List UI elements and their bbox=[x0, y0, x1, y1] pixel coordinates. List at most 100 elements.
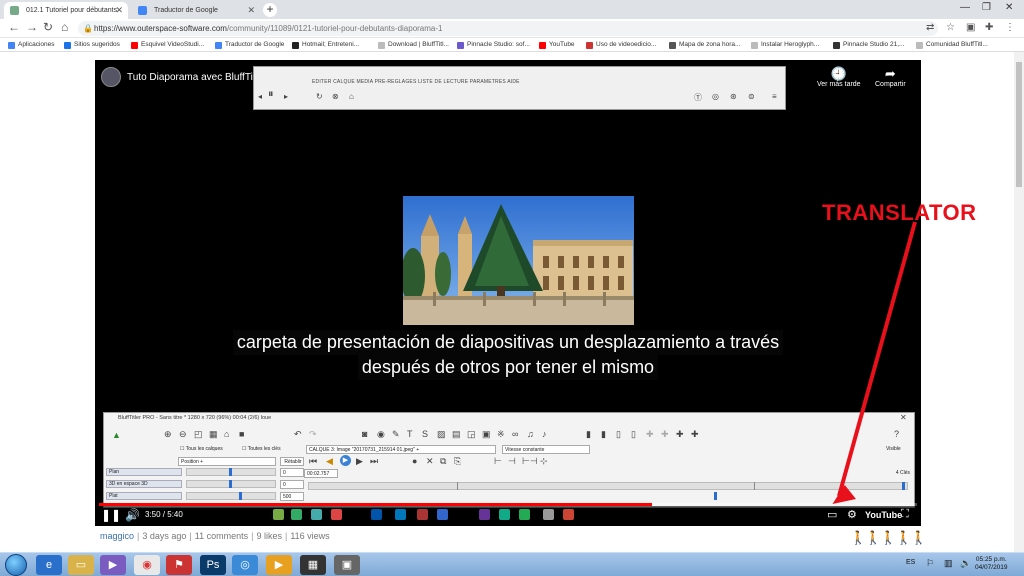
minimize-icon[interactable]: — bbox=[960, 2, 970, 13]
address-bar[interactable]: 🔒 https://www.outerspace-software.com/co… bbox=[78, 21, 938, 36]
app-icon[interactable]: ⚑ bbox=[166, 555, 192, 575]
inner-slider-handle bbox=[229, 468, 232, 476]
media-icon[interactable]: ▶ bbox=[100, 555, 126, 575]
inner-pause-icon: ⏸ bbox=[268, 88, 274, 100]
inner-param-row: Plat bbox=[106, 492, 182, 500]
inner-slider bbox=[186, 492, 276, 500]
maximize-icon[interactable]: ❐ bbox=[982, 2, 991, 13]
background-taskbar-icon bbox=[291, 509, 302, 520]
bookmark-item[interactable]: Traductor de Google bbox=[215, 39, 284, 51]
inner-undo-icon: ↶ bbox=[294, 429, 302, 439]
inner-s-icon: S bbox=[422, 429, 429, 439]
inner-tool-icon: ◎ bbox=[712, 92, 719, 101]
inner-align-icon: ✚ bbox=[661, 429, 669, 439]
inner-prev-icon: ◀ bbox=[326, 456, 333, 466]
inner-slider-handle bbox=[239, 492, 242, 500]
menu-dots-icon[interactable]: ⋮ bbox=[1005, 22, 1015, 33]
bookmark-item[interactable]: Mapa de zona hora... bbox=[669, 39, 740, 51]
background-taskbar-icon bbox=[371, 509, 382, 520]
slideshow-photo bbox=[403, 196, 634, 325]
inner-folder-icon: ⌂ bbox=[224, 429, 230, 439]
bookmark-item[interactable]: Download | BluffTitl... bbox=[378, 39, 449, 51]
translator-annotation: TRANSLATOR bbox=[822, 200, 977, 225]
back-arrow-icon[interactable]: ← bbox=[8, 20, 20, 34]
google-translate-icon bbox=[215, 42, 222, 49]
comments-count[interactable]: 11 comments bbox=[195, 531, 248, 541]
taskbar-clock[interactable]: 05:25 p.m. 04/07/2019 bbox=[975, 556, 1008, 572]
views-count: 116 views bbox=[290, 531, 330, 541]
inner-menu-icon: ≡ bbox=[772, 92, 777, 101]
bookmark-item[interactable]: Comunidad BluffTitl... bbox=[916, 39, 988, 51]
ie-icon[interactable]: e bbox=[36, 555, 62, 575]
bookmark-item[interactable]: Pinnacle Studio 21,... bbox=[833, 39, 904, 51]
inner-timecode: 00:02.757 bbox=[304, 469, 338, 478]
app-icon[interactable]: ▦ bbox=[300, 555, 326, 575]
bookmark-favicon bbox=[64, 42, 71, 49]
document-icon bbox=[916, 42, 923, 49]
inner-playhead bbox=[714, 492, 717, 500]
inner-cube-icon: ▣ bbox=[482, 429, 491, 439]
bookmark-favicon bbox=[833, 42, 840, 49]
video-player[interactable]: Tuto Diaporama avec BluffTitler leçon 12… bbox=[95, 60, 921, 526]
likes-count: 9 likes bbox=[256, 531, 282, 541]
share-button[interactable]: ➦ Compartir bbox=[875, 66, 906, 88]
volume-tray-icon[interactable]: 🔈 bbox=[960, 558, 971, 569]
close-window-icon[interactable]: ✕ bbox=[1005, 2, 1013, 13]
inner-rewind-icon: ⏮ bbox=[309, 456, 318, 466]
close-tab-icon[interactable]: ✕ bbox=[247, 2, 255, 19]
youtube-logo[interactable]: YouTube bbox=[865, 510, 902, 520]
translate-icon[interactable]: ⇄ bbox=[926, 22, 934, 33]
reload-icon[interactable]: ↻ bbox=[43, 20, 53, 34]
page-scrollbar[interactable] bbox=[1014, 52, 1024, 552]
inner-remove-icon: ⊖ bbox=[179, 429, 187, 439]
background-taskbar-icon bbox=[543, 509, 554, 520]
inner-record-icon: ● bbox=[412, 456, 418, 466]
bookmark-item[interactable]: Esquivel VideoStudi... bbox=[131, 39, 204, 51]
inner-value: 500 bbox=[280, 492, 304, 501]
bookmark-item[interactable]: Uso de videoedicio... bbox=[586, 39, 656, 51]
tab-title: Traductor de Google bbox=[154, 7, 218, 14]
start-button-icon[interactable] bbox=[5, 554, 27, 576]
bookmark-item[interactable]: Hotmail; Entreteni... bbox=[292, 39, 359, 51]
app-icon[interactable]: ◎ bbox=[232, 555, 258, 575]
inner-value: 0 bbox=[280, 468, 304, 477]
new-tab-button[interactable]: + bbox=[263, 3, 277, 17]
photoshop-icon[interactable]: Ps bbox=[200, 555, 226, 575]
scrollbar-thumb[interactable] bbox=[1016, 62, 1022, 187]
inner-app-menu: EDITER CALQUE MEDIA PRE-REGLAGES LISTE D… bbox=[312, 79, 520, 85]
bookmark-item[interactable]: Aplicaciones bbox=[8, 39, 55, 51]
pause-icon[interactable]: ❚❚ bbox=[101, 508, 121, 522]
bookmark-item[interactable]: Instalar Heroglyph... bbox=[751, 39, 819, 51]
tab-tutoriel[interactable]: 012.1 Tutoriel pour débutants ✕ bbox=[4, 2, 128, 19]
inner-link-icon: ∞ bbox=[512, 429, 519, 439]
inner-stop-icon: ⊗ bbox=[332, 92, 339, 101]
tray-flag-icon[interactable]: ⚐ bbox=[926, 558, 934, 569]
volume-icon[interactable]: 🔊 bbox=[125, 508, 140, 522]
language-indicator[interactable]: ES bbox=[906, 559, 915, 566]
inner-grid-icon: ▦ bbox=[209, 429, 218, 439]
extension-icon[interactable]: ✚ bbox=[985, 22, 993, 33]
inner-step-icon: ⊢ bbox=[494, 456, 502, 466]
bookmark-item[interactable]: Pinnacle Studio: sof... bbox=[457, 39, 530, 51]
inner-slider-handle bbox=[229, 480, 232, 488]
network-icon[interactable]: ▥ bbox=[944, 558, 953, 569]
bookmark-item[interactable]: YouTube bbox=[539, 39, 575, 51]
channel-avatar[interactable] bbox=[101, 67, 121, 87]
app-icon[interactable]: ▶ bbox=[266, 555, 292, 575]
bookmark-item[interactable]: Sitios sugeridos bbox=[64, 39, 120, 51]
app-icon[interactable]: ▣ bbox=[334, 555, 360, 575]
chrome-icon[interactable]: ◉ bbox=[134, 555, 160, 575]
inner-paste-icon: ⎘ bbox=[454, 456, 462, 466]
author-link[interactable]: maggico bbox=[100, 531, 134, 541]
extension-icon[interactable]: ▣ bbox=[966, 22, 975, 33]
document-icon bbox=[751, 42, 758, 49]
tab-traductor[interactable]: Traductor de Google ✕ bbox=[132, 2, 260, 19]
inner-speed-select: Vitesse constante bbox=[502, 445, 590, 454]
close-tab-icon[interactable]: ✕ bbox=[115, 2, 123, 19]
forward-arrow-icon[interactable]: → bbox=[26, 20, 38, 34]
watch-later-button[interactable]: 🕘 Ver más tarde bbox=[817, 66, 861, 88]
star-icon[interactable]: ☆ bbox=[946, 22, 955, 33]
inner-forward-icon: ▸ bbox=[284, 92, 289, 101]
home-icon[interactable]: ⌂ bbox=[61, 20, 68, 34]
folder-icon[interactable]: ▭ bbox=[68, 555, 94, 575]
